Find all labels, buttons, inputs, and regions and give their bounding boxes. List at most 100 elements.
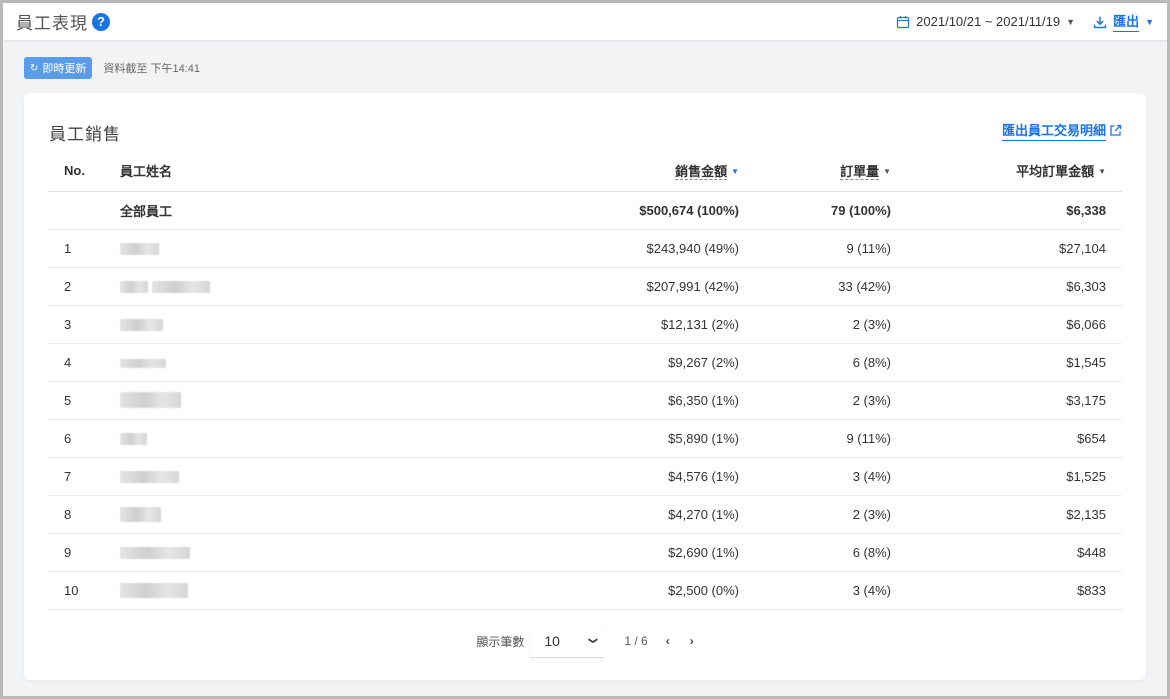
employee-name-redacted [120, 229, 480, 268]
row-sales: $207,991 (42%) [480, 267, 739, 306]
page-info: 1 / 6 [624, 634, 648, 648]
row-no: 5 [48, 381, 120, 420]
table-header-row: No. 員工姓名 銷售金額 ▼ 訂單量 ▼ 平均訂單金額 ▼ [48, 150, 1122, 192]
employee-sales-card: 員工銷售 匯出員工交易明細 No. 員工姓名 銷售金額 ▼ 訂單量 ▼ 平均訂單… [24, 93, 1146, 680]
next-page-icon[interactable]: › [690, 634, 694, 648]
employee-name-redacted [120, 571, 480, 610]
row-sales: $12,131 (2%) [480, 305, 739, 344]
row-sales: $2,500 (0%) [480, 571, 739, 610]
header-orders-label: 訂單量 [840, 163, 880, 180]
row-orders: 33 (42%) [739, 267, 891, 306]
table-row[interactable]: 6 $5,890 (1%) 9 (11%) $654 [48, 419, 1122, 458]
row-orders: 2 (3%) [739, 381, 891, 420]
sort-icon: ▼ [883, 166, 891, 176]
row-avg: $27,104 [891, 229, 1122, 268]
total-row: 全部員工 $500,674 (100%) 79 (100%) $6,338 [48, 191, 1122, 230]
employee-name-redacted [120, 381, 480, 420]
row-avg: $1,545 [891, 343, 1122, 382]
header-sales-label: 銷售金額 [675, 163, 728, 180]
pagination: 顯示筆數 10 ❯ 1 / 6 ‹ › [24, 624, 1146, 658]
sort-sales-amount[interactable]: 銷售金額 ▼ [480, 150, 739, 192]
employee-name-redacted [120, 457, 480, 496]
row-sales: $4,576 (1%) [480, 457, 739, 496]
total-no [48, 191, 120, 230]
export-button[interactable]: 匯出 ▼ [1093, 11, 1154, 32]
page-size-value: 10 [544, 632, 560, 649]
row-avg: $654 [891, 419, 1122, 458]
total-sales: $500,674 (100%) [480, 191, 739, 230]
card-title: 員工銷售 [49, 125, 121, 144]
row-sales: $243,940 (49%) [480, 229, 739, 268]
employee-name-redacted [120, 305, 480, 344]
header-employee-name: 員工姓名 [120, 150, 480, 192]
row-avg: $6,303 [891, 267, 1122, 306]
date-range-picker[interactable]: 2021/10/21 ~ 2021/11/19 ▼ [896, 14, 1075, 29]
chevron-down-icon: ❯ [588, 636, 599, 645]
help-icon[interactable]: ? [92, 12, 110, 31]
live-update-label: 即時更新 [42, 63, 87, 75]
row-avg: $833 [891, 571, 1122, 610]
calendar-icon [897, 15, 910, 28]
row-sales: $6,350 (1%) [480, 381, 739, 420]
row-avg: $2,135 [891, 495, 1122, 534]
row-orders: 2 (3%) [739, 495, 891, 534]
table-row[interactable]: 5 $6,350 (1%) 2 (3%) $3,175 [48, 381, 1122, 420]
employee-sales-table: No. 員工姓名 銷售金額 ▼ 訂單量 ▼ 平均訂單金額 ▼ 全部員工 $500… [48, 150, 1122, 610]
external-link-icon [1110, 124, 1122, 136]
top-header: 員工表現 ? 2021/10/21 ~ 2021/11/19 ▼ 匯出 ▼ [3, 3, 1167, 41]
status-row: ↻ 即時更新 資料截至 下午14:41 [24, 57, 1167, 79]
row-sales: $9,267 (2%) [480, 343, 739, 382]
page-size-label: 顯示筆數 [476, 634, 525, 649]
row-no: 7 [48, 457, 120, 496]
row-orders: 9 (11%) [739, 419, 891, 458]
sort-order-count[interactable]: 訂單量 ▼ [739, 150, 891, 192]
table-row[interactable]: 4 $9,267 (2%) 6 (8%) $1,545 [48, 343, 1122, 382]
export-transactions-label: 匯出員工交易明細 [1001, 120, 1106, 141]
table-row[interactable]: 3 $12,131 (2%) 2 (3%) $6,066 [48, 305, 1122, 344]
row-no: 3 [48, 305, 120, 344]
row-avg: $3,175 [891, 381, 1122, 420]
total-orders: 79 (100%) [739, 191, 891, 230]
row-orders: 3 (4%) [739, 571, 891, 610]
chevron-down-icon: ▼ [1066, 16, 1076, 27]
employee-name-redacted [120, 533, 480, 572]
row-avg: $6,066 [891, 305, 1122, 344]
table-row[interactable]: 10 $2,500 (0%) 3 (4%) $833 [48, 571, 1122, 610]
page-size-select[interactable]: 10 ❯ [530, 624, 605, 658]
live-update-badge[interactable]: ↻ 即時更新 [24, 57, 93, 79]
row-orders: 3 (4%) [739, 457, 891, 496]
history-icon: ↻ [30, 62, 39, 74]
table-row[interactable]: 9 $2,690 (1%) 6 (8%) $448 [48, 533, 1122, 572]
download-icon [1093, 16, 1107, 28]
employee-name-redacted [120, 267, 480, 306]
row-avg: $1,525 [891, 457, 1122, 496]
header-avg-label: 平均訂單金額 [1016, 163, 1095, 179]
sort-desc-icon: ▼ [731, 166, 739, 176]
header-no: No. [48, 150, 120, 192]
row-no: 8 [48, 495, 120, 534]
sort-icon: ▼ [1098, 166, 1106, 176]
date-range-text: 2021/10/21 ~ 2021/11/19 [916, 14, 1061, 29]
table-row[interactable]: 8 $4,270 (1%) 2 (3%) $2,135 [48, 495, 1122, 534]
total-avg: $6,338 [891, 191, 1122, 230]
export-label: 匯出 [1113, 11, 1140, 32]
employee-name-redacted [120, 343, 480, 382]
row-no: 10 [48, 571, 120, 610]
sort-average-order[interactable]: 平均訂單金額 ▼ [891, 150, 1122, 192]
prev-page-icon[interactable]: ‹ [666, 634, 670, 648]
data-updated-time: 資料截至 下午14:41 [103, 63, 200, 75]
row-sales: $2,690 (1%) [480, 533, 739, 572]
row-no: 6 [48, 419, 120, 458]
table-row[interactable]: 1 $243,940 (49%) 9 (11%) $27,104 [48, 229, 1122, 268]
employee-name-redacted [120, 419, 480, 458]
row-no: 4 [48, 343, 120, 382]
table-row[interactable]: 7 $4,576 (1%) 3 (4%) $1,525 [48, 457, 1122, 496]
header-actions: 2021/10/21 ~ 2021/11/19 ▼ 匯出 ▼ [896, 11, 1154, 32]
table-row[interactable]: 2 $207,991 (42%) 33 (42%) $6,303 [48, 267, 1122, 306]
page-title: 員工表現 [16, 14, 88, 33]
app-frame: 員工表現 ? 2021/10/21 ~ 2021/11/19 ▼ 匯出 ▼ ↻ … [3, 3, 1167, 696]
row-orders: 9 (11%) [739, 229, 891, 268]
export-transactions-link[interactable]: 匯出員工交易明細 [1001, 120, 1122, 141]
row-orders: 2 (3%) [739, 305, 891, 344]
row-sales: $4,270 (1%) [480, 495, 739, 534]
